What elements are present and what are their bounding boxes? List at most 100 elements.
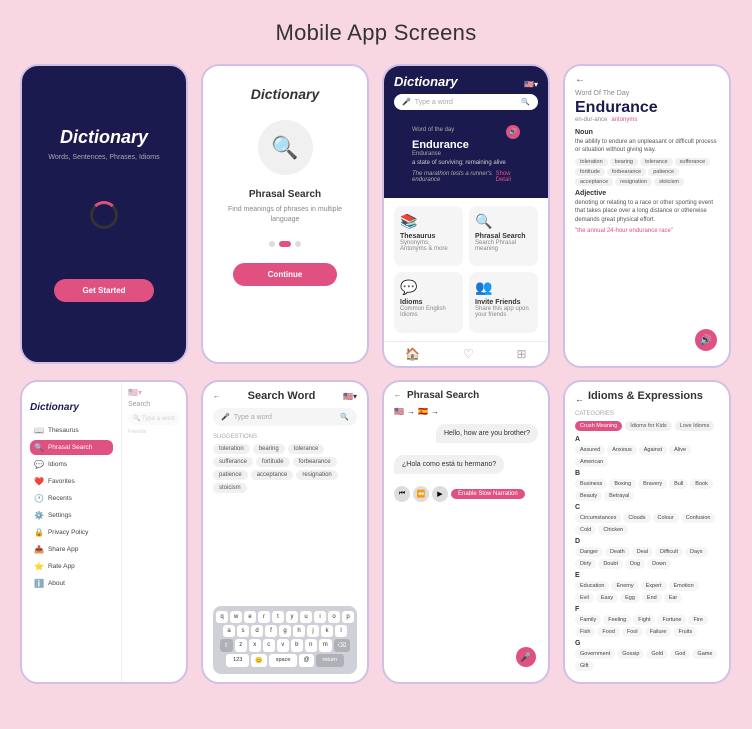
audio-controls: ⏮ ⏪ ▶ Enable Slow Narration xyxy=(394,486,538,502)
chip-stoicism: stoicism xyxy=(654,178,684,186)
wotd-page-heading: Word Of The Day xyxy=(575,90,719,97)
slow-narration-button[interactable]: Enable Slow Narration xyxy=(451,489,525,499)
chip-fortitude: fortitude xyxy=(575,168,605,176)
key-space[interactable]: space xyxy=(269,654,298,667)
sidebar-item-thesaurus[interactable]: 📖 Thesaurus xyxy=(30,423,113,438)
category-kids[interactable]: Idioms for Kids xyxy=(625,421,671,431)
sidebar-item-settings[interactable]: ⚙️ Settings xyxy=(30,508,113,523)
key-v[interactable]: v xyxy=(277,639,289,652)
sidebar-item-recents[interactable]: 🕐 Recents xyxy=(30,491,113,506)
phrasal-back-arrow[interactable]: ← xyxy=(394,392,401,399)
key-t[interactable]: t xyxy=(272,611,284,623)
show-detail-button[interactable]: Show Detail xyxy=(496,171,520,183)
letter-d: D xyxy=(575,538,719,545)
chip-s4[interactable]: sufferance xyxy=(213,457,253,467)
category-crush[interactable]: Crush Meaning xyxy=(575,421,622,431)
sidebar-item-privacy[interactable]: 🔒 Privacy Policy xyxy=(30,525,113,540)
key-c[interactable]: c xyxy=(263,639,275,652)
play-button[interactable]: ▶ xyxy=(432,486,448,502)
idioms-back-arrow[interactable]: ← xyxy=(575,394,584,404)
key-h[interactable]: h xyxy=(293,625,305,637)
sidebar-item-idioms[interactable]: 💬 Idioms xyxy=(30,457,113,472)
thesaurus-sublabel: Synonyms, Antonyms & more xyxy=(400,240,457,252)
bottom-nav: 🏠 ♡ ⊞ xyxy=(384,341,548,366)
continue-button[interactable]: Continue xyxy=(233,263,338,286)
key-y[interactable]: y xyxy=(286,611,298,623)
home-search-bar[interactable]: 🎤 Type a word 🔍 xyxy=(394,94,538,110)
key-r[interactable]: r xyxy=(258,611,270,623)
chip-s6[interactable]: forbearance xyxy=(293,457,337,467)
phonetic-text: en-dur-ance xyxy=(575,117,607,123)
key-n[interactable]: n xyxy=(305,639,317,652)
sidebar-item-rate[interactable]: ⭐ Rate App xyxy=(30,559,113,574)
chip-s3[interactable]: tolerance xyxy=(288,444,325,454)
chip-s5[interactable]: fortitude xyxy=(256,457,290,467)
key-p[interactable]: p xyxy=(342,611,354,623)
grid-item-phrasal[interactable]: 🔍 Phrasal Search Search Phrasal meaning xyxy=(469,206,538,267)
nav-home-icon[interactable]: 🏠 xyxy=(405,347,420,361)
key-o[interactable]: o xyxy=(328,611,340,623)
sidebar-item-favorites[interactable]: ❤️ Favorites xyxy=(30,474,113,489)
play-prev-button[interactable]: ⏪ xyxy=(413,486,429,502)
idioms-f: Family Feeling Fight Fortune Fire Fish F… xyxy=(575,615,719,637)
letter-section-e: E Education Enemy Expert Emotion Evil Ea… xyxy=(575,572,719,603)
key-backspace[interactable]: ⌫ xyxy=(334,639,350,652)
key-s[interactable]: s xyxy=(237,625,249,637)
back-arrow[interactable]: ← xyxy=(575,74,719,85)
sidebar-item-phrasal[interactable]: 🔍 Phrasal Search xyxy=(30,440,113,455)
category-love[interactable]: Love Idioms xyxy=(675,421,715,431)
search-input-row[interactable]: 🎤 Type a word 🔍 xyxy=(213,408,357,426)
key-e[interactable]: e xyxy=(244,611,256,623)
get-started-button[interactable]: Get Started xyxy=(54,279,153,302)
chip-s8[interactable]: acceptance xyxy=(251,470,294,480)
sidebar-label-thesaurus: Thesaurus xyxy=(48,427,79,434)
phrasal-sublabel: Search Phrasal meaning xyxy=(475,240,532,252)
chip-s9[interactable]: resignation xyxy=(296,470,337,480)
grid-item-idioms[interactable]: 💬 Idioms Common English Idioms xyxy=(394,272,463,333)
key-123[interactable]: 123 xyxy=(226,654,249,667)
key-i[interactable]: i xyxy=(314,611,326,623)
grid-item-invite[interactable]: 👥 Invite Friends Share this app upon you… xyxy=(469,272,538,333)
key-z[interactable]: z xyxy=(235,639,247,652)
chip-s1[interactable]: toleration xyxy=(213,444,250,454)
key-b[interactable]: b xyxy=(291,639,303,652)
key-g[interactable]: g xyxy=(279,625,291,637)
suggestion-chips: toleration bearing tolerance sufferance … xyxy=(213,444,357,493)
key-u[interactable]: u xyxy=(300,611,312,623)
key-k[interactable]: k xyxy=(321,625,333,637)
chip-s2[interactable]: bearing xyxy=(253,444,285,454)
speak-fab-button[interactable]: 🔊 xyxy=(695,329,717,351)
nav-grid-icon[interactable]: ⊞ xyxy=(517,347,527,361)
letter-c: C xyxy=(575,504,719,511)
key-w[interactable]: w xyxy=(230,611,242,623)
sidebar-item-about[interactable]: ℹ️ About xyxy=(30,576,113,591)
search-back-arrow[interactable]: ← xyxy=(213,393,220,400)
key-d[interactable]: d xyxy=(251,625,263,637)
key-x[interactable]: x xyxy=(249,639,261,652)
home-header: Dictionary 🇺🇸▾ 🎤 Type a word 🔍 xyxy=(384,66,548,120)
key-f[interactable]: f xyxy=(265,625,277,637)
onboard-feature-title: Phrasal Search xyxy=(249,189,321,200)
key-l[interactable]: l xyxy=(335,625,347,637)
key-at[interactable]: @ xyxy=(299,654,313,667)
chip-toleration: toleration xyxy=(575,158,608,166)
dot-2 xyxy=(279,241,291,247)
key-j[interactable]: j xyxy=(307,625,319,637)
chip-s7[interactable]: patience xyxy=(213,470,248,480)
grid-item-thesaurus[interactable]: 📚 Thesaurus Synonyms, Antonyms & more xyxy=(394,206,463,267)
key-return[interactable]: return xyxy=(316,654,344,667)
nav-heart-icon[interactable]: ♡ xyxy=(463,347,474,361)
key-emoji[interactable]: 😊 xyxy=(251,654,266,667)
key-shift[interactable]: ⇧ xyxy=(220,639,233,652)
key-m[interactable]: m xyxy=(319,639,332,652)
key-a[interactable]: a xyxy=(223,625,235,637)
sidebar-label-phrasal: Phrasal Search xyxy=(48,444,92,451)
key-q[interactable]: q xyxy=(216,611,228,623)
sidebar-item-share[interactable]: 📤 Share App xyxy=(30,542,113,557)
chip-s10[interactable]: stoicism xyxy=(213,483,247,493)
mic-fab-button[interactable]: 🎤 xyxy=(516,647,536,667)
speaker-button[interactable]: 🔊 xyxy=(506,125,520,139)
invite-icon: 👥 xyxy=(475,279,492,296)
play-back-button[interactable]: ⏮ xyxy=(394,486,410,502)
letter-section-d: D Danger Death Deal Difficult Days Dirty… xyxy=(575,538,719,569)
